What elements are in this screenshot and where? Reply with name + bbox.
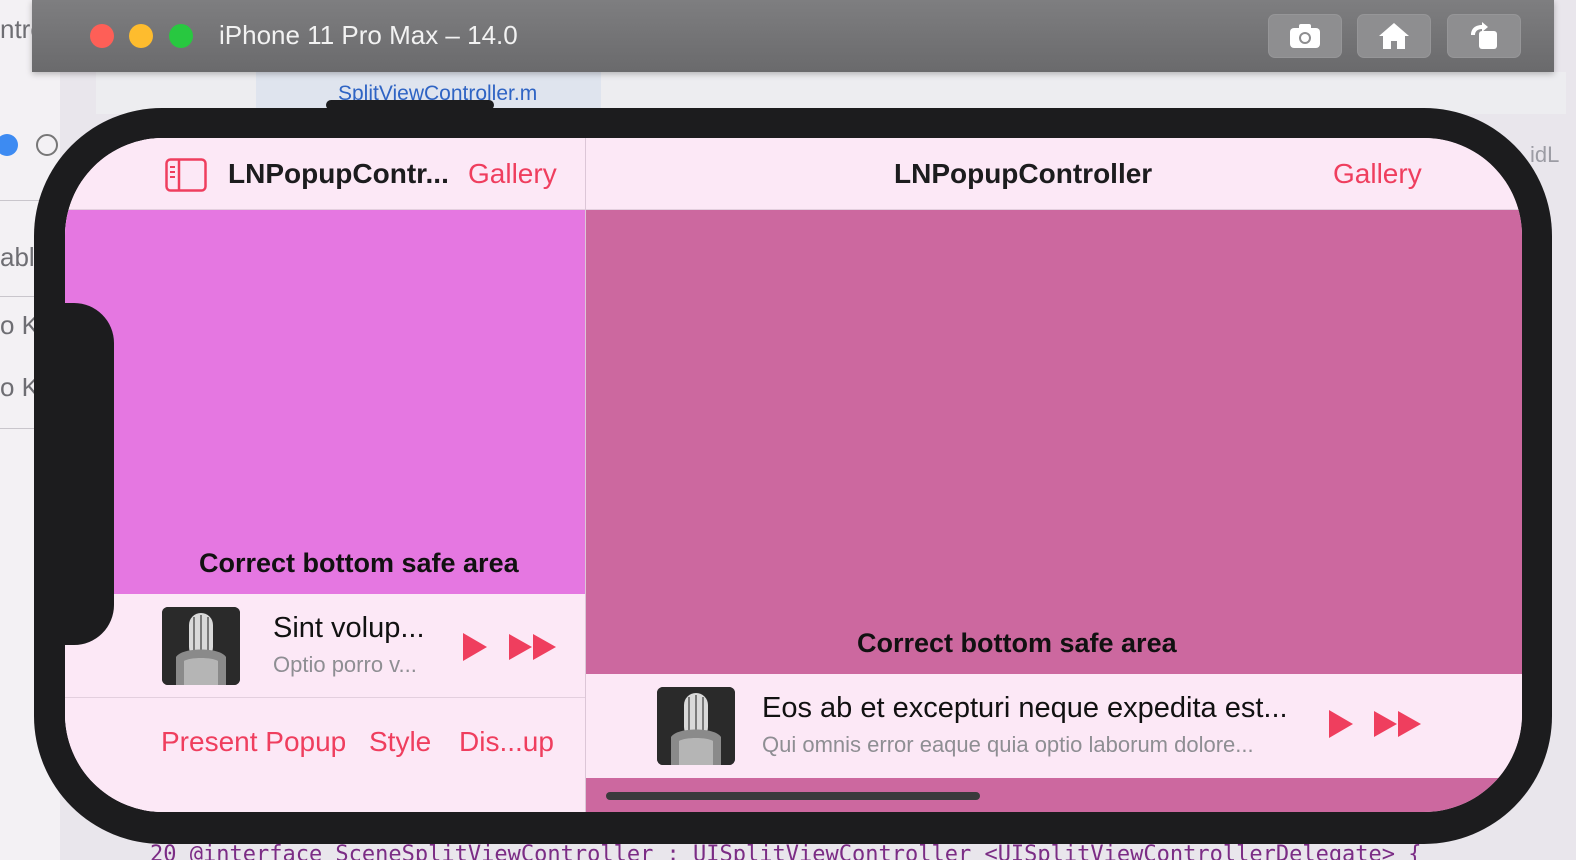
sensor-housing-notch <box>65 303 114 645</box>
sidebar-toggle-icon[interactable] <box>165 158 207 192</box>
split-secondary-pane: LNPopupController Gallery Correct bottom… <box>586 138 1522 812</box>
secondary-safe-area-label: Correct bottom safe area <box>857 628 1177 658</box>
primary-popup-subtitle: Optio porro v... <box>273 652 417 677</box>
secondary-nav-title: LNPopupController <box>894 158 1153 189</box>
secondary-popup-subtitle: Qui omnis error eaque quia optio laborum… <box>762 732 1254 757</box>
window-title: iPhone 11 Pro Max – 14.0 <box>219 20 518 50</box>
popup-artwork-image <box>657 687 735 765</box>
primary-nav-title: LNPopupContr... <box>228 158 449 189</box>
secondary-bottom-strip <box>586 778 1522 812</box>
primary-content-area: Correct bottom safe area <box>65 210 585 594</box>
screenshot-button[interactable] <box>1268 14 1342 58</box>
primary-popup-title: Sint volup... <box>273 612 425 644</box>
simulator-titlebar: iPhone 11 Pro Max – 14.0 <box>32 0 1554 72</box>
xcode-divider <box>0 200 40 201</box>
split-primary-pane: LNPopupContr... Gallery Correct bottom s… <box>65 138 585 812</box>
play-icon[interactable] <box>1327 709 1355 739</box>
secondary-gallery-button[interactable]: Gallery <box>1333 158 1422 190</box>
primary-popup-bar[interactable]: Sint volup... Optio porro v... <box>65 594 585 698</box>
rotate-icon <box>1471 22 1497 49</box>
primary-safe-area-label: Correct bottom safe area <box>199 548 519 578</box>
secondary-popup-title: Eos ab et excepturi neque expedita est..… <box>762 692 1288 724</box>
xcode-left-text: abl <box>0 242 35 272</box>
microphone-artwork-icon <box>657 687 735 765</box>
zoom-window-button[interactable] <box>169 24 193 48</box>
popup-artwork-image <box>162 607 240 685</box>
microphone-artwork-icon <box>162 607 240 685</box>
camera-icon <box>1290 24 1320 48</box>
fast-forward-icon[interactable] <box>508 633 558 661</box>
primary-bottom-toolbar: Present Popup Style Dis...up <box>65 698 585 812</box>
device-screen: LNPopupContr... Gallery Correct bottom s… <box>65 138 1522 812</box>
close-window-button[interactable] <box>90 24 114 48</box>
minimize-window-button[interactable] <box>129 24 153 48</box>
secondary-popup-bar[interactable]: Eos ab et excepturi neque expedita est..… <box>586 674 1522 778</box>
xcode-right-text: idL <box>1530 142 1560 167</box>
home-indicator[interactable] <box>606 792 980 800</box>
fast-forward-icon[interactable] <box>1373 710 1423 738</box>
home-icon <box>1379 23 1409 49</box>
xcode-code-line: 20 @interface SceneSplitViewController :… <box>150 842 1422 860</box>
secondary-content-area: Correct bottom safe area <box>586 210 1522 674</box>
primary-navigation-bar: LNPopupContr... Gallery <box>65 138 585 210</box>
home-button[interactable] <box>1357 14 1431 58</box>
present-popup-button[interactable]: Present Popup <box>161 726 346 758</box>
secondary-navigation-bar: LNPopupController Gallery <box>586 138 1522 210</box>
play-icon[interactable] <box>461 632 489 662</box>
rotate-button[interactable] <box>1447 14 1521 58</box>
primary-gallery-button[interactable]: Gallery <box>468 158 557 190</box>
issue-icon <box>36 134 58 156</box>
style-button[interactable]: Style <box>369 726 431 758</box>
dismiss-popup-button[interactable]: Dis...up <box>459 726 554 758</box>
